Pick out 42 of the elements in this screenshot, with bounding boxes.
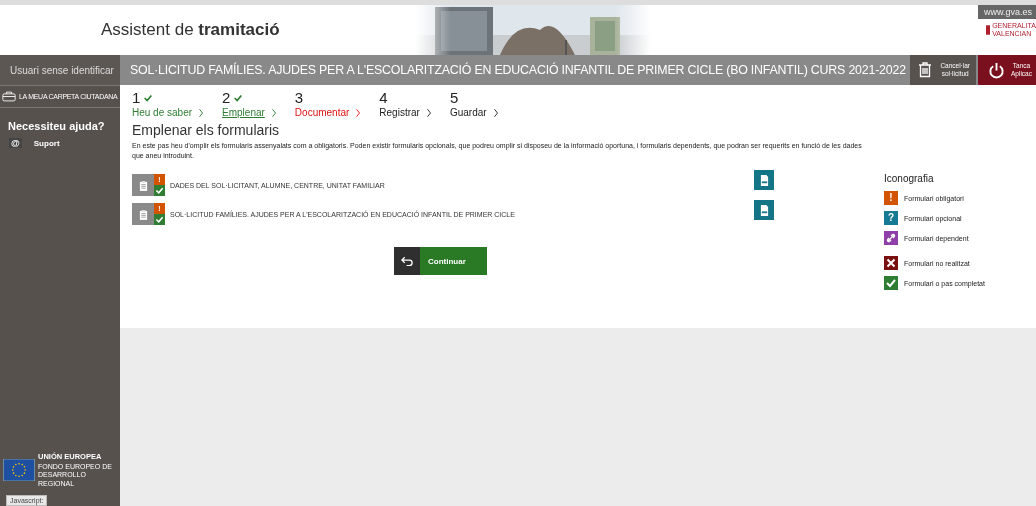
site-link[interactable]: www.gva.es (978, 5, 1036, 19)
exclamation-icon: ! (884, 191, 898, 205)
step-link[interactable]: Emplenar (222, 107, 265, 118)
step-link[interactable]: Heu de saber (132, 107, 193, 118)
help-heading: Necessiteu ajuda? (7, 119, 106, 132)
question-icon: ? (884, 211, 898, 225)
back-arrow-icon (400, 256, 414, 266)
step-number: 1 (132, 89, 141, 106)
power-icon (988, 61, 1005, 79)
continue-button[interactable]: Continuar (420, 247, 487, 275)
xml-file-icon (759, 174, 769, 186)
back-button[interactable] (394, 247, 420, 275)
chevron-icon (355, 107, 362, 118)
step-link[interactable]: Guardar (449, 107, 487, 118)
chevron-icon (425, 107, 432, 118)
xml-download-button[interactable] (754, 170, 774, 190)
step-number: 4 (379, 89, 388, 106)
section-heading: Emplenar els formularis (132, 122, 281, 138)
form-icon-tile[interactable] (132, 203, 154, 225)
chevron-icon (492, 107, 499, 118)
clipboard-icon (138, 179, 148, 191)
support-link[interactable]: Suport (33, 138, 60, 148)
eu-flag-icon (3, 458, 35, 481)
xml-file-icon (759, 204, 769, 216)
step-number: 3 (294, 89, 304, 106)
step-link[interactable]: Registrar (379, 107, 420, 118)
form-icon-tile[interactable] (132, 174, 154, 196)
at-icon: @ (9, 138, 22, 148)
chevron-icon (270, 107, 277, 118)
step-number: 2 (222, 89, 231, 106)
step-number: 5 (449, 89, 459, 106)
xml-download-button[interactable] (754, 200, 774, 220)
user-label: Usuari sense identificar (0, 55, 120, 85)
app-title: Assistent de tramitació (101, 20, 281, 40)
briefcase-icon (2, 91, 16, 102)
clipboard-icon (138, 208, 148, 220)
trash-icon (918, 62, 933, 78)
crest-icon (986, 23, 991, 36)
page-title: SOL·LICITUD FAMÍLIES. AJUDES PER A L'ESCOLARITZACIÓ EN EDUCACIÓ INFANTIL DE PRIMER CICLE (BO INFANTIL) CURS 2021-2022 (129, 63, 907, 77)
step-link[interactable]: Documentar (294, 107, 350, 118)
legend-title: Iconografia (884, 173, 935, 184)
chevron-icon (198, 107, 205, 118)
